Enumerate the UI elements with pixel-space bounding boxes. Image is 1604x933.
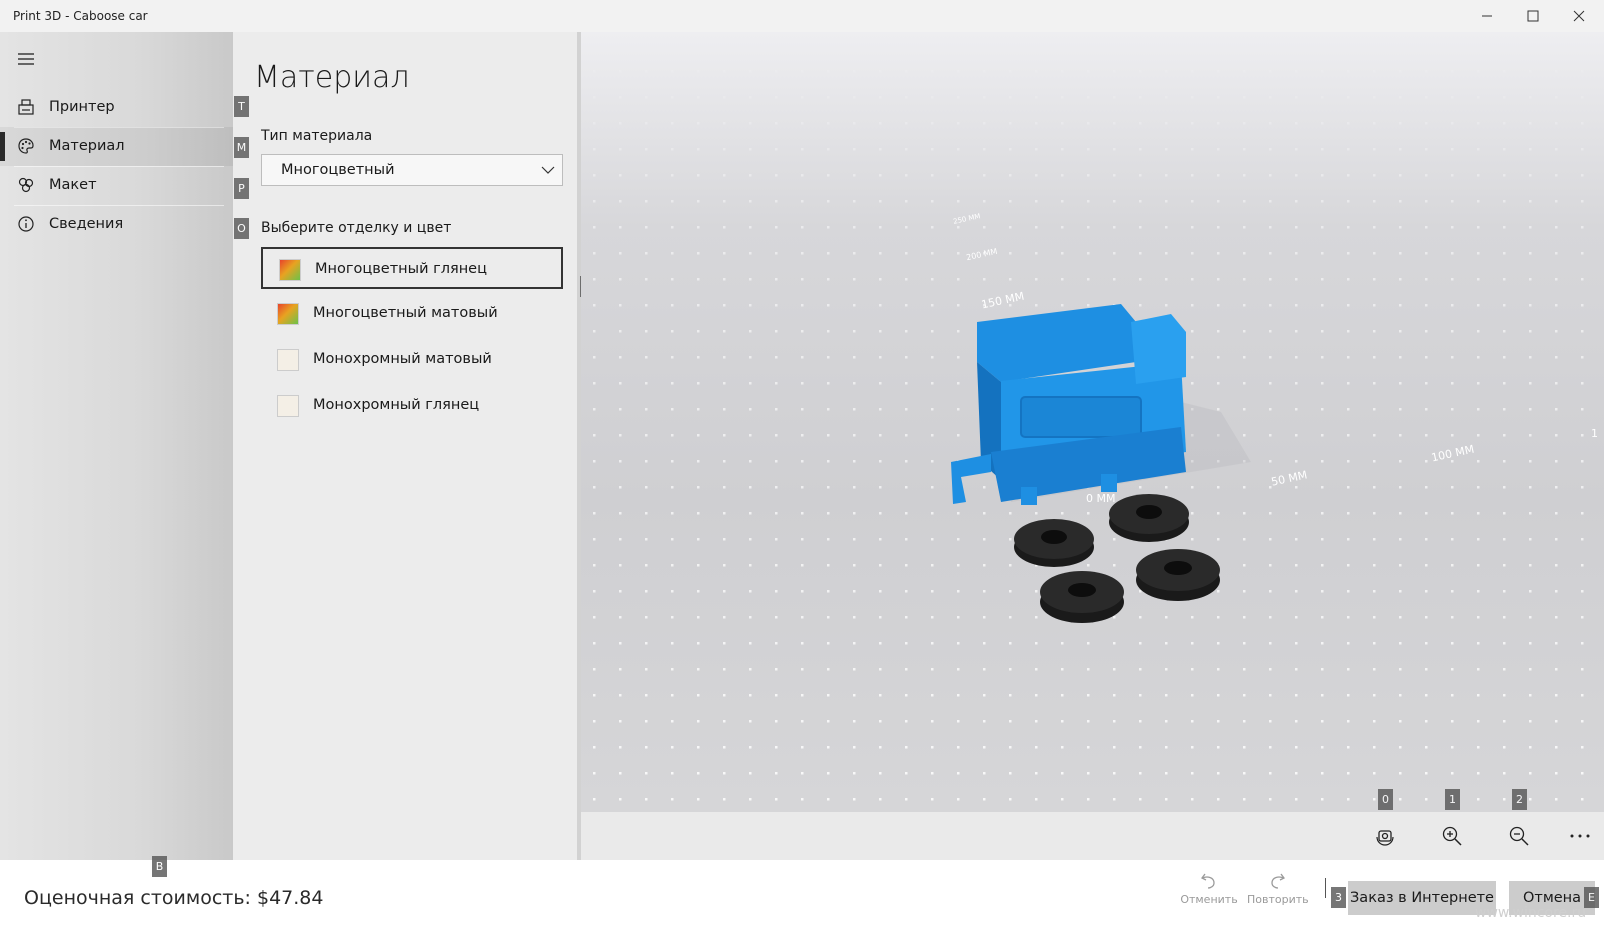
reset-view-icon [1376, 830, 1394, 846]
layout-icon [18, 177, 34, 193]
undo-button[interactable]: Отменить [1179, 870, 1239, 906]
3d-viewport[interactable]: 0 ММ 50 ММ 100 ММ 150 ММ 200 ММ 250 ММ 1 [581, 32, 1604, 812]
info-icon [18, 216, 34, 232]
keytip-p: P [234, 178, 249, 199]
keytip-0: 0 [1378, 789, 1393, 810]
maximize-icon [1527, 10, 1539, 22]
nav-item-label: Материал [49, 138, 125, 154]
finish-option-label: Монохромный глянец [313, 397, 480, 413]
finish-option-label: Многоцветный глянец [315, 261, 487, 277]
keytip-2: 2 [1512, 789, 1527, 810]
material-type-dropdown[interactable]: Многоцветный [261, 154, 563, 186]
finish-option-multicolor-matte[interactable]: Многоцветный матовый [261, 293, 563, 335]
zoom-in-button[interactable] [1428, 812, 1476, 860]
keytip-b: B [152, 856, 167, 877]
reset-view-button[interactable] [1361, 812, 1409, 860]
nav-item-label: Принтер [49, 99, 115, 115]
keytip-t: T [234, 96, 249, 117]
nav-item-layout[interactable]: Макет [0, 166, 233, 205]
ruler-label: 1 [1591, 427, 1598, 440]
palette-icon [18, 138, 34, 154]
mono-swatch [277, 349, 299, 371]
undo-label: Отменить [1180, 893, 1238, 906]
redo-button[interactable]: Повторить [1247, 870, 1309, 906]
finish-option-label: Многоцветный матовый [313, 305, 498, 321]
nav-item-printer[interactable]: Принтер [0, 88, 233, 127]
footer-divider [1325, 878, 1326, 898]
keytip-1: 1 [1445, 789, 1460, 810]
minimize-button[interactable] [1464, 0, 1510, 32]
keytip-3: 3 [1331, 887, 1346, 908]
finish-option-mono-gloss[interactable]: Монохромный глянец [261, 385, 563, 427]
navigation-pane: Принтер Материал Макет Сведения [0, 32, 233, 860]
watermark: www.wincore.ru [1475, 905, 1587, 921]
hamburger-menu-button[interactable] [17, 50, 35, 68]
redo-icon [1271, 873, 1285, 889]
material-type-value: Многоцветный [281, 162, 395, 178]
title-bar: Print 3D - Caboose car [0, 0, 1604, 32]
finish-option-label: Монохромный матовый [313, 351, 492, 367]
more-options-button[interactable] [1556, 812, 1604, 860]
ruler-label: 0 ММ [1086, 492, 1116, 505]
chevron-down-icon [541, 166, 555, 174]
window-title: Print 3D - Caboose car [13, 9, 148, 23]
redo-label: Повторить [1247, 893, 1309, 906]
estimated-cost: Оценочная стоимость: $47.84 [24, 887, 324, 909]
finish-option-multicolor-gloss[interactable]: Многоцветный глянец [261, 247, 563, 289]
nav-item-info[interactable]: Сведения [0, 205, 233, 244]
minimize-icon [1482, 15, 1492, 17]
multicolor-swatch [279, 259, 301, 281]
close-button[interactable] [1556, 0, 1602, 32]
finish-option-mono-matte[interactable]: Монохромный матовый [261, 339, 563, 381]
more-icon [1570, 834, 1590, 838]
zoom-in-icon [1442, 826, 1462, 846]
order-online-button[interactable]: Заказ в Интернете [1348, 881, 1496, 915]
keytip-o: O [234, 218, 249, 239]
close-icon [1573, 10, 1585, 22]
page-title: Материал [254, 60, 410, 95]
keytip-e: E [1584, 887, 1599, 908]
finish-color-label: Выберите отделку и цвет [261, 220, 452, 236]
nav-item-label: Сведения [49, 216, 124, 232]
hamburger-icon [18, 53, 34, 65]
keytip-m: M [234, 137, 249, 158]
nav-item-label: Макет [49, 177, 97, 193]
nav-item-material[interactable]: Материал [0, 127, 233, 166]
zoom-out-icon [1509, 826, 1529, 846]
undo-icon [1201, 873, 1215, 889]
multicolor-swatch [277, 303, 299, 325]
material-type-label: Тип материала [261, 128, 373, 144]
maximize-button[interactable] [1510, 0, 1556, 32]
printer-icon [18, 99, 34, 115]
build-plate-scene [581, 32, 1604, 812]
zoom-out-button[interactable] [1495, 812, 1543, 860]
mono-swatch [277, 395, 299, 417]
